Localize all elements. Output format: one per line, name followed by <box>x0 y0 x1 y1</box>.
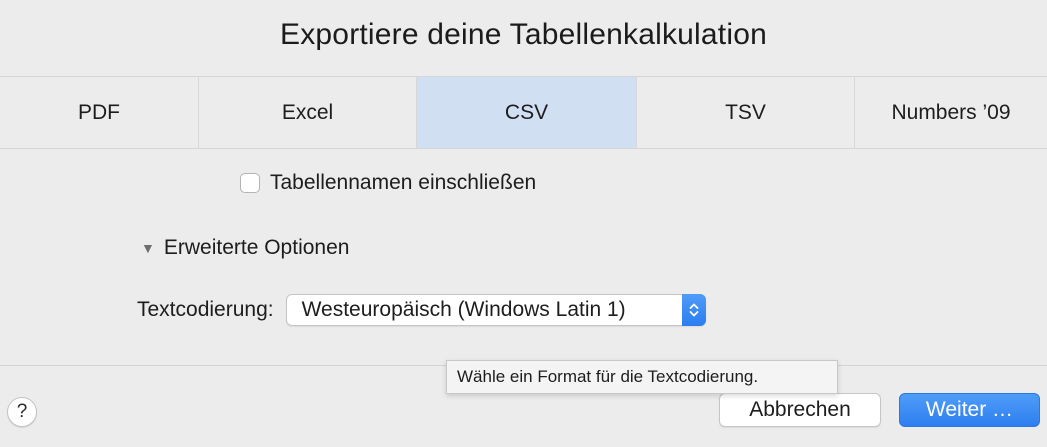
include-sheet-names-option[interactable]: Tabellennamen einschließen <box>240 170 536 196</box>
disclosure-triangle-down-icon[interactable]: ▼ <box>141 240 155 256</box>
chevron-up-down-icon[interactable] <box>681 294 706 326</box>
tab-excel[interactable]: Excel <box>199 77 417 148</box>
text-encoding-select[interactable]: Westeuropäisch (Windows Latin 1) <box>285 294 706 326</box>
include-sheet-names-label[interactable]: Tabellennamen einschließen <box>270 171 536 195</box>
next-button[interactable]: Weiter … <box>899 393 1040 427</box>
text-encoding-row: Textcodierung: Westeuropäisch (Windows L… <box>137 293 706 327</box>
text-encoding-label: Textcodierung: <box>137 298 274 321</box>
tab-pdf[interactable]: PDF <box>0 77 199 148</box>
cancel-button[interactable]: Abbrechen <box>719 393 881 427</box>
export-dialog: Exportiere deine Tabellenkalkulation PDF… <box>0 0 1047 447</box>
advanced-options-label[interactable]: Erweiterte Optionen <box>164 236 350 260</box>
text-encoding-value: Westeuropäisch (Windows Latin 1) <box>301 298 626 321</box>
format-tabs: PDF Excel CSV TSV Numbers ’09 <box>0 76 1047 149</box>
encoding-tooltip: Wähle ein Format für die Textcodierung. <box>446 360 838 394</box>
dialog-title: Exportiere deine Tabellenkalkulation <box>280 18 767 51</box>
help-button[interactable]: ? <box>7 397 37 427</box>
advanced-options-disclosure[interactable]: ▼ Erweiterte Optionen <box>141 234 349 262</box>
include-sheet-names-checkbox[interactable] <box>240 173 260 193</box>
tab-tsv[interactable]: TSV <box>637 77 855 148</box>
tab-numbers-09[interactable]: Numbers ’09 <box>855 77 1047 148</box>
tab-csv[interactable]: CSV <box>417 77 637 148</box>
